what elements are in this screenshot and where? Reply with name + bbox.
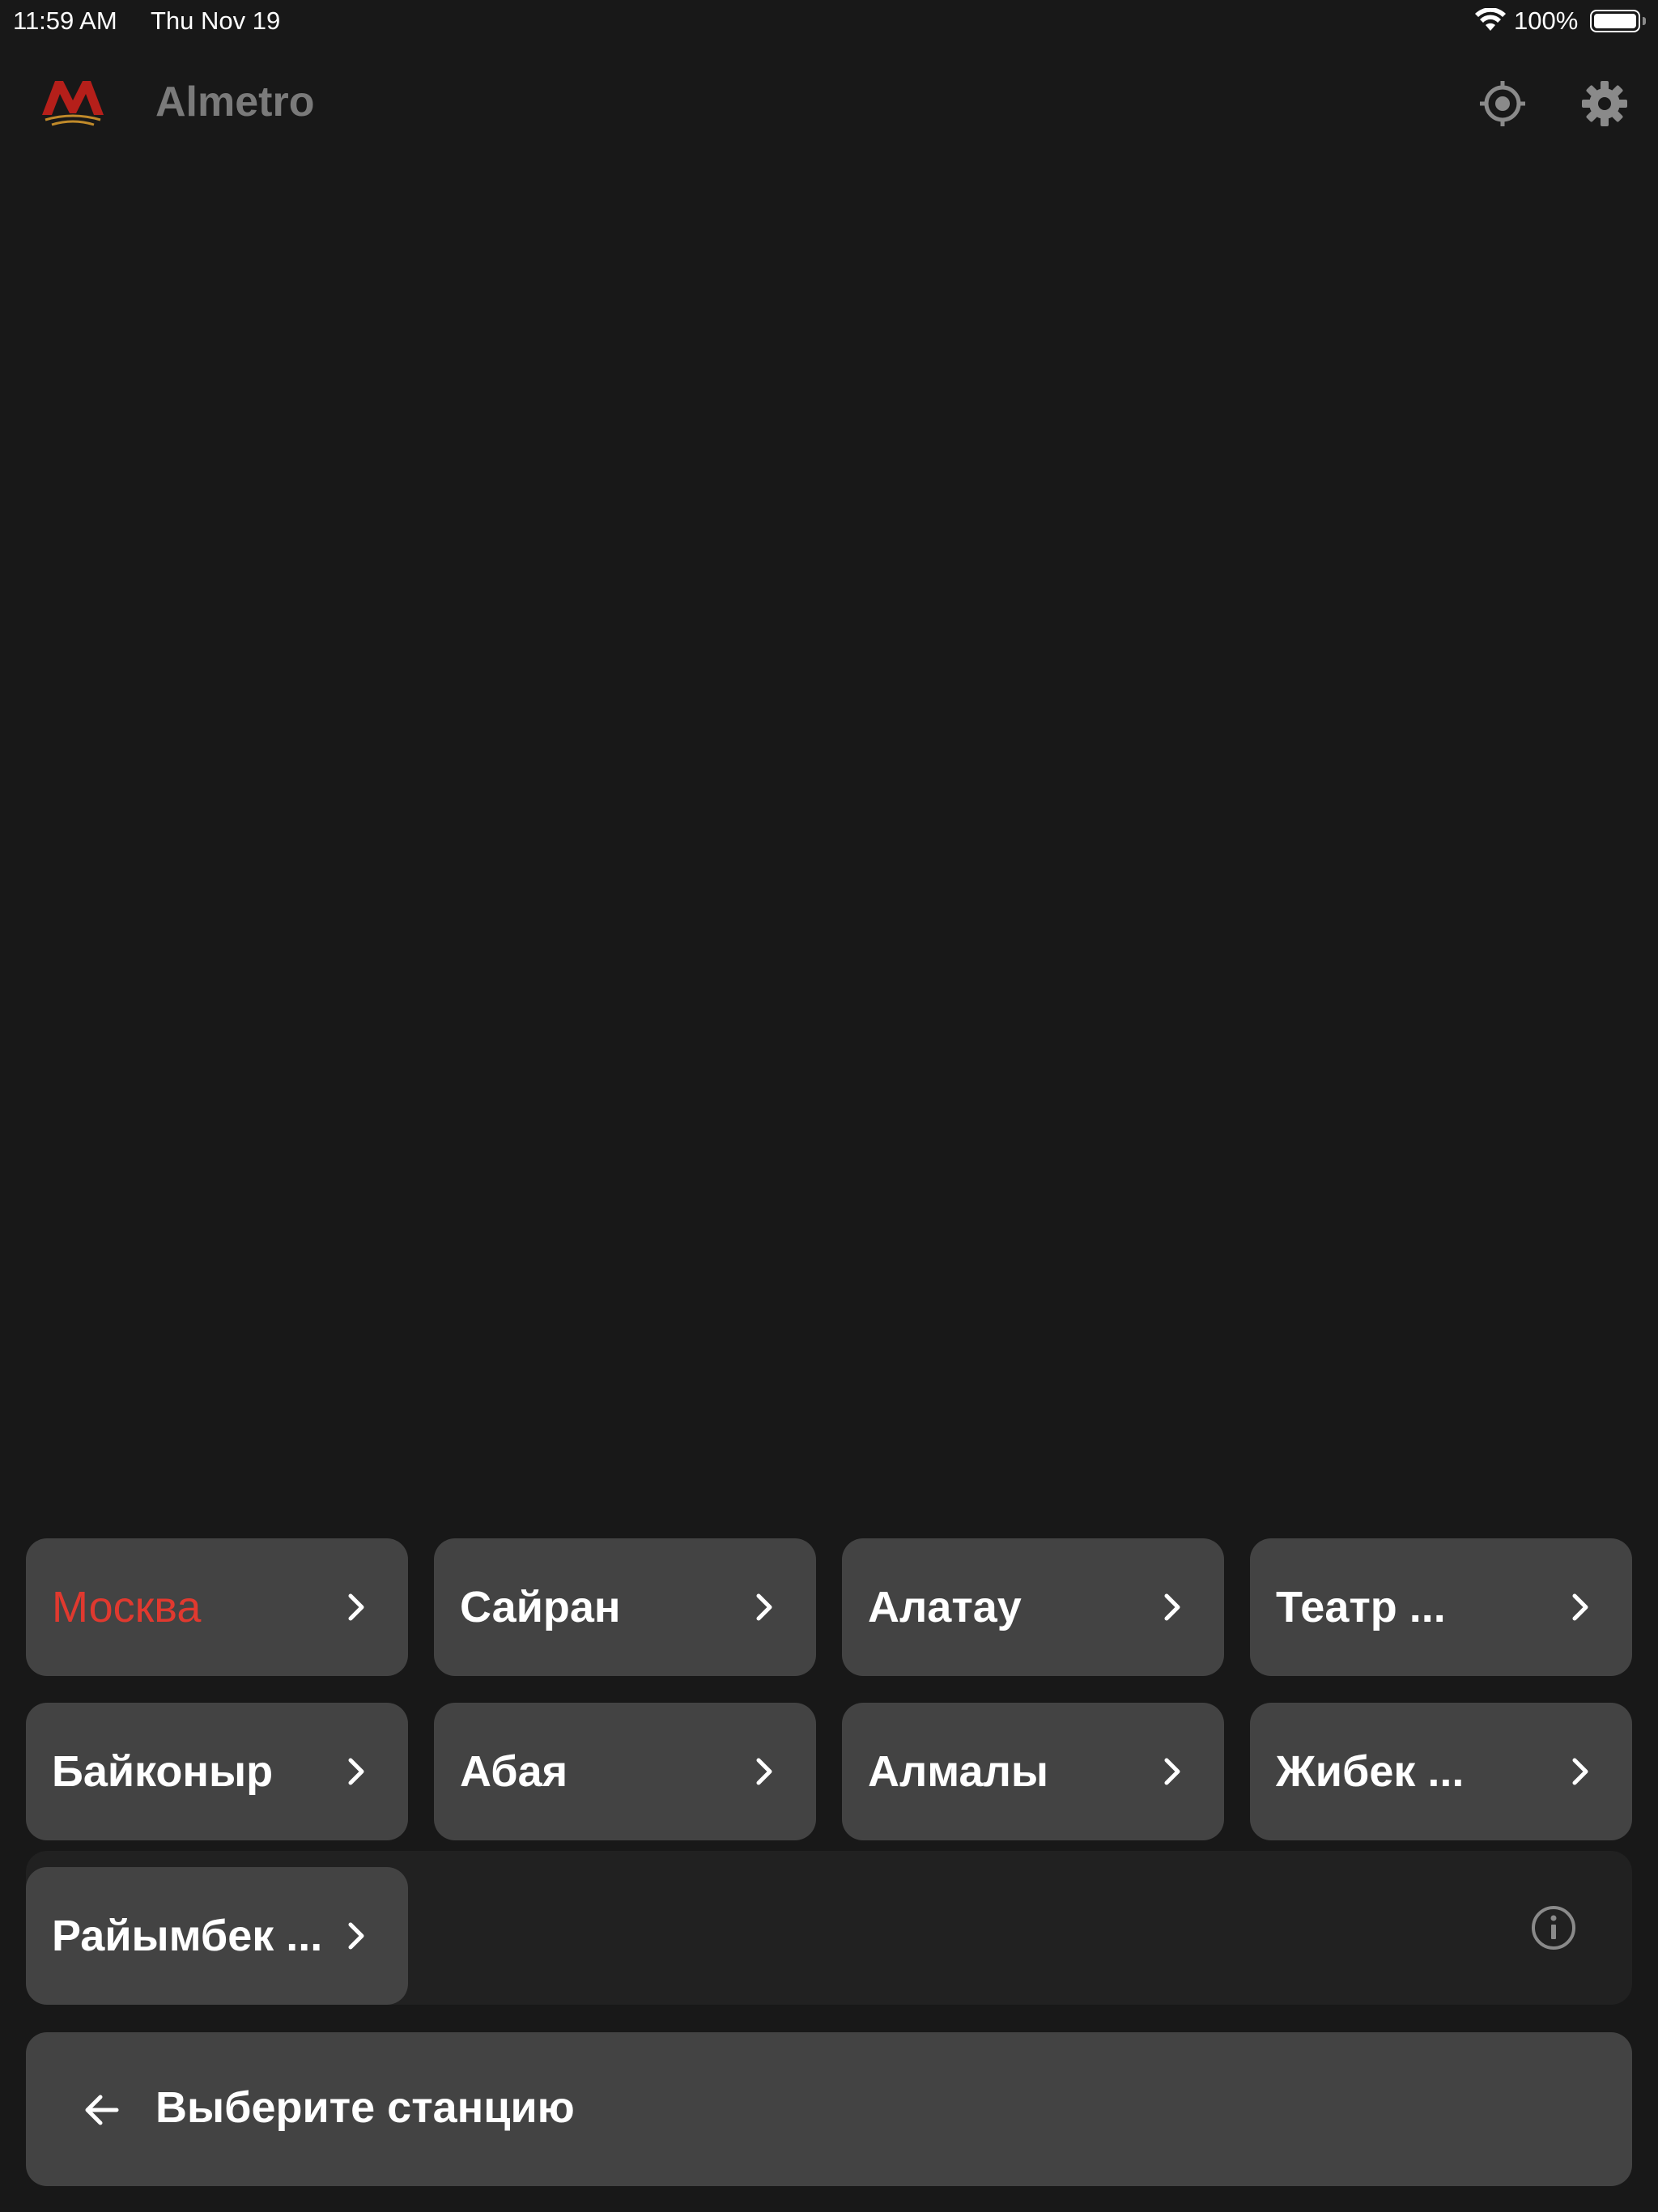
- chevron-right-icon: [348, 1593, 364, 1621]
- battery-percentage: 100%: [1514, 6, 1579, 35]
- station-tile-raiymbek[interactable]: Райымбек ...: [26, 1867, 408, 2005]
- station-label: Алмалы: [868, 1747, 1048, 1796]
- station-tile-baikonur[interactable]: Байконыр: [26, 1703, 408, 1840]
- station-label: Алатау: [868, 1583, 1022, 1631]
- select-station-label: Выберите станцию: [155, 2083, 575, 2132]
- station-tile-abaya[interactable]: Абая: [434, 1703, 816, 1840]
- battery-tip: [1643, 17, 1646, 25]
- chevron-right-icon: [756, 1593, 772, 1621]
- station-tile-almaly[interactable]: Алмалы: [842, 1703, 1224, 1840]
- station-tile-moskva[interactable]: Москва: [26, 1538, 408, 1676]
- station-tile-teatr[interactable]: Театр ...: [1250, 1538, 1632, 1676]
- station-tile-sairan[interactable]: Сайран: [434, 1538, 816, 1676]
- app-title: Almetro: [155, 79, 315, 125]
- locate-button[interactable]: [1473, 74, 1532, 133]
- chevron-right-icon: [1164, 1758, 1180, 1785]
- gear-icon: [1582, 81, 1627, 126]
- station-label: Москва: [52, 1583, 202, 1631]
- battery-icon: [1590, 10, 1640, 32]
- station-label: Байконыр: [52, 1747, 274, 1796]
- info-icon[interactable]: [1530, 1904, 1577, 1951]
- station-label: Театр ...: [1276, 1583, 1446, 1631]
- station-tile-zhibek[interactable]: Жибек ...: [1250, 1703, 1632, 1840]
- chevron-right-icon: [1572, 1593, 1588, 1621]
- settings-button[interactable]: [1575, 74, 1634, 133]
- battery-fill: [1594, 14, 1636, 28]
- crosshair-icon: [1480, 81, 1525, 126]
- metro-m-logo: [42, 81, 104, 126]
- status-time: 11:59 AM: [13, 6, 117, 35]
- chevron-right-icon: [756, 1758, 772, 1785]
- app-screen: 11:59 AM Thu Nov 19 100% Almetro Москва …: [0, 0, 1658, 2212]
- status-date: Thu Nov 19: [151, 6, 281, 35]
- station-label: Райымбек ...: [52, 1912, 323, 1960]
- station-tile-alatau[interactable]: Алатау: [842, 1538, 1224, 1676]
- chevron-right-icon: [1164, 1593, 1180, 1621]
- chevron-right-icon: [348, 1922, 364, 1950]
- wifi-icon: [1475, 8, 1506, 31]
- arrow-left-icon[interactable]: [81, 2089, 123, 2131]
- chevron-right-icon: [1572, 1758, 1588, 1785]
- station-label: Абая: [460, 1747, 568, 1796]
- chevron-right-icon: [348, 1758, 364, 1785]
- station-label: Жибек ...: [1276, 1747, 1465, 1796]
- status-bar: 11:59 AM Thu Nov 19 100%: [0, 0, 1658, 42]
- station-label: Сайран: [460, 1583, 621, 1631]
